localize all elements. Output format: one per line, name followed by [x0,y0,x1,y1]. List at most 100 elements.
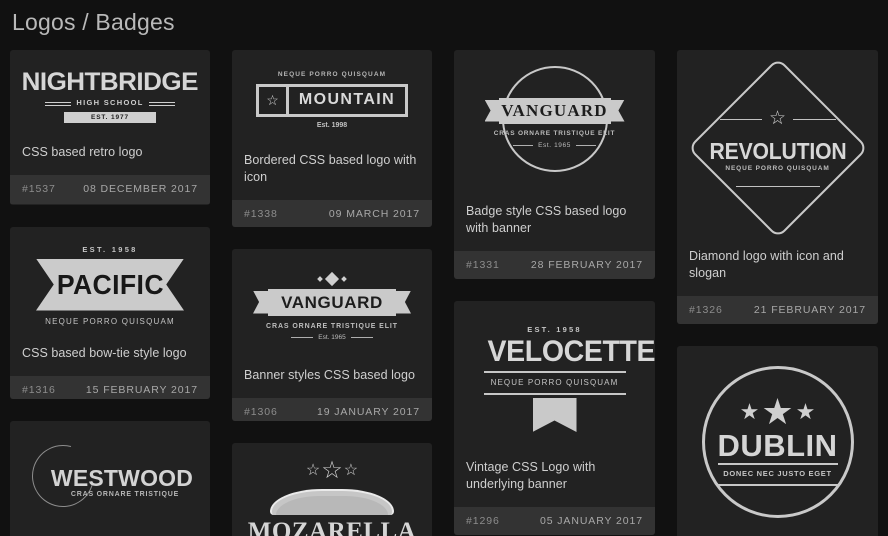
three-stars-icon: ★ ★ ★ [739,391,816,432]
logo-subtitle: HIGH SCHOOL [76,98,144,107]
vanguard-banner-logo-art: VANGUARD CRAS ORNARE TRISTIQUE ELIT Est.… [247,271,417,341]
card-date: 21 FEBRUARY 2017 [753,304,866,316]
grid-column-1: NIGHTBRIDGE HIGH SCHOOL EST. 1977 CSS ba… [10,50,210,536]
rule-right-icon [575,144,596,146]
three-stars-icon: ☆ ☆ ☆ [305,457,359,484]
card-id: #1326 [689,304,723,316]
logo-wordmark: VELOCETTE [487,335,655,368]
mozarella-logo-art: ☆ ☆ ☆ MOZARELLA [247,459,417,536]
card-description: CSS based retro logo [22,145,143,159]
rule-top-icon [717,463,838,465]
card-id: #1331 [466,259,500,271]
card-id: #1306 [244,406,278,418]
card-footer: #1331 28 FEBRUARY 2017 [454,251,655,279]
logo-preview-vanguard-banner: VANGUARD CRAS ORNARE TRISTIQUE ELIT Est.… [232,249,432,359]
logo-ribbon: EST. 1977 [64,112,156,123]
card-footer: #1306 19 JANUARY 2017 [232,398,432,421]
bowtie-shape: PACIFIC [36,258,184,311]
card-vanguard-badge[interactable]: VANGUARD CRAS ORNARE TRISTIQUE ELIT Est.… [454,50,655,279]
logo-line2: Est. 1965 [538,141,571,149]
dome-shape-icon [270,489,394,515]
card-footer: #1316 15 FEBRUARY 2017 [10,376,210,399]
rule-left-icon [291,336,314,338]
rule-left-icon [513,144,534,146]
revolution-logo-art: ☆ REVOLUTION NEQUE PORRO QUISQUAM [686,57,869,239]
logo-preview-mozarella: ☆ ☆ ☆ MOZARELLA [232,443,432,536]
rule-left-icon [719,118,762,120]
logo-wordmark: WESTWOOD [50,465,194,491]
card-date: 15 FEBRUARY 2017 [85,384,198,396]
logo-wordmark: PACIFIC [56,268,164,300]
logo-wordmark: DUBLIN [717,428,838,463]
logo-wordmark: MOZARELLA [247,518,417,536]
rule-right-icon [350,336,373,338]
logo-bordered-box: ☆ MOUNTAIN [256,84,408,117]
logo-banner: VANGUARD [484,97,625,124]
card-date: 28 FEBRUARY 2017 [530,259,643,271]
card-description: Badge style CSS based logo with banner [466,204,627,235]
westwood-logo-art: WESTWOOD CRAS ORNARE TRISTIQUE [20,433,200,519]
logo-line2-row: Est. 1965 [247,334,417,341]
logo-line2-row: Est. 1965 [475,142,635,149]
logo-subtitle-row: HIGH SCHOOL [25,98,195,107]
logo-preview-dublin: ★ ★ ★ DUBLIN DONEC NEC JUSTO EGET [677,346,878,536]
logo-slogan: NEQUE PORRO QUISQUAM [490,378,619,387]
card-revolution[interactable]: ☆ REVOLUTION NEQUE PORRO QUISQUAM Diamon… [677,50,878,324]
logo-wordmark: REVOLUTION [709,138,846,164]
card-id: #1537 [22,183,56,195]
logo-preview-revolution: ☆ REVOLUTION NEQUE PORRO QUISQUAM [677,50,878,240]
card-id: #1296 [466,515,500,527]
card-date: 09 MARCH 2017 [328,208,420,220]
nightbridge-logo-art: NIGHTBRIDGE HIGH SCHOOL EST. 1977 [21,68,199,123]
dublin-logo-art: ★ ★ ★ DUBLIN DONEC NEC JUSTO EGET [701,366,854,518]
rule-baseline-icon [735,186,820,187]
diamond-ornament-icon [247,271,417,286]
card-dublin[interactable]: ★ ★ ★ DUBLIN DONEC NEC JUSTO EGET [677,346,878,536]
grid-column-3: VANGUARD CRAS ORNARE TRISTIQUE ELIT Est.… [454,50,655,536]
card-mozarella[interactable]: ☆ ☆ ☆ MOZARELLA [232,443,432,536]
logo-slogan: NEQUE PORRO QUISQUAM [725,165,830,172]
rule-left-icon [45,102,72,103]
logo-slogan: DONEC NEC JUSTO EGET [723,469,832,478]
logo-preview-pacific: EST. 1958 PACIFIC NEQUE PORRO QUISQUAM [10,227,210,337]
star-outline-icon: ☆ [768,108,787,129]
card-velocette[interactable]: EST. 1958 VELOCETTE NEQUE PORRO QUISQUAM… [454,301,655,535]
card-footer: #1338 09 MARCH 2017 [232,200,432,227]
card-id: #1338 [244,208,278,220]
logo-wordmark: VANGUARD [281,292,383,312]
logo-slogan: NEQUE PORRO QUISQUAM [45,316,175,326]
rule-bottom-icon [715,484,840,486]
velocette-logo-art: EST. 1958 VELOCETTE NEQUE PORRO QUISQUAM [483,325,655,432]
logo-slogan: CRAS ORNARE TRISTIQUE [70,491,180,498]
logo-est: EST. 1958 [82,244,138,254]
rule-top-icon [483,371,626,373]
logo-line1: CRAS ORNARE TRISTIQUE ELIT [493,129,616,137]
logo-est: EST. 1958 [527,325,582,334]
card-id: #1316 [22,384,56,396]
logo-preview-vanguard-badge: VANGUARD CRAS ORNARE TRISTIQUE ELIT Est.… [454,50,655,195]
logo-banner: VANGUARD [253,288,411,316]
logo-wordmark: NIGHTBRIDGE [21,68,199,96]
card-vanguard-banner[interactable]: VANGUARD CRAS ORNARE TRISTIQUE ELIT Est.… [232,249,432,421]
logo-wordmark: MOUNTAIN [298,91,396,108]
card-date: 08 DECEMBER 2017 [83,183,198,195]
vanguard-badge-logo-art: VANGUARD CRAS ORNARE TRISTIQUE ELIT Est.… [475,62,635,190]
card-nightbridge[interactable]: NIGHTBRIDGE HIGH SCHOOL EST. 1977 CSS ba… [10,50,210,205]
card-mountain[interactable]: NEQUE PORRO QUISQUAM ☆ MOUNTAIN Est. 199… [232,50,432,227]
card-grid: NIGHTBRIDGE HIGH SCHOOL EST. 1977 CSS ba… [10,50,878,536]
logo-preview-velocette: EST. 1958 VELOCETTE NEQUE PORRO QUISQUAM [454,301,655,451]
rule-bottom-icon [483,393,626,395]
logo-preview-mountain: NEQUE PORRO QUISQUAM ☆ MOUNTAIN Est. 199… [232,50,432,144]
card-footer: #1296 05 JANUARY 2017 [454,507,655,535]
card-westwood[interactable]: WESTWOOD CRAS ORNARE TRISTIQUE [10,421,210,536]
logo-top-text: NEQUE PORRO QUISQUAM [277,71,387,78]
grid-column-2: NEQUE PORRO QUISQUAM ☆ MOUNTAIN Est. 199… [232,50,432,536]
card-footer: #1537 08 DECEMBER 2017 [10,175,210,204]
grid-column-4: ☆ REVOLUTION NEQUE PORRO QUISQUAM Diamon… [677,50,878,536]
card-description: Vintage CSS Logo with underlying banner [466,460,596,491]
card-description: Diamond logo with icon and slogan [689,249,844,280]
page-title: Logos / Badges [12,9,175,35]
star-divider-row: ☆ [719,108,836,129]
card-description: Bordered CSS based logo with icon [244,153,417,184]
card-pacific[interactable]: EST. 1958 PACIFIC NEQUE PORRO QUISQUAM C… [10,227,210,399]
